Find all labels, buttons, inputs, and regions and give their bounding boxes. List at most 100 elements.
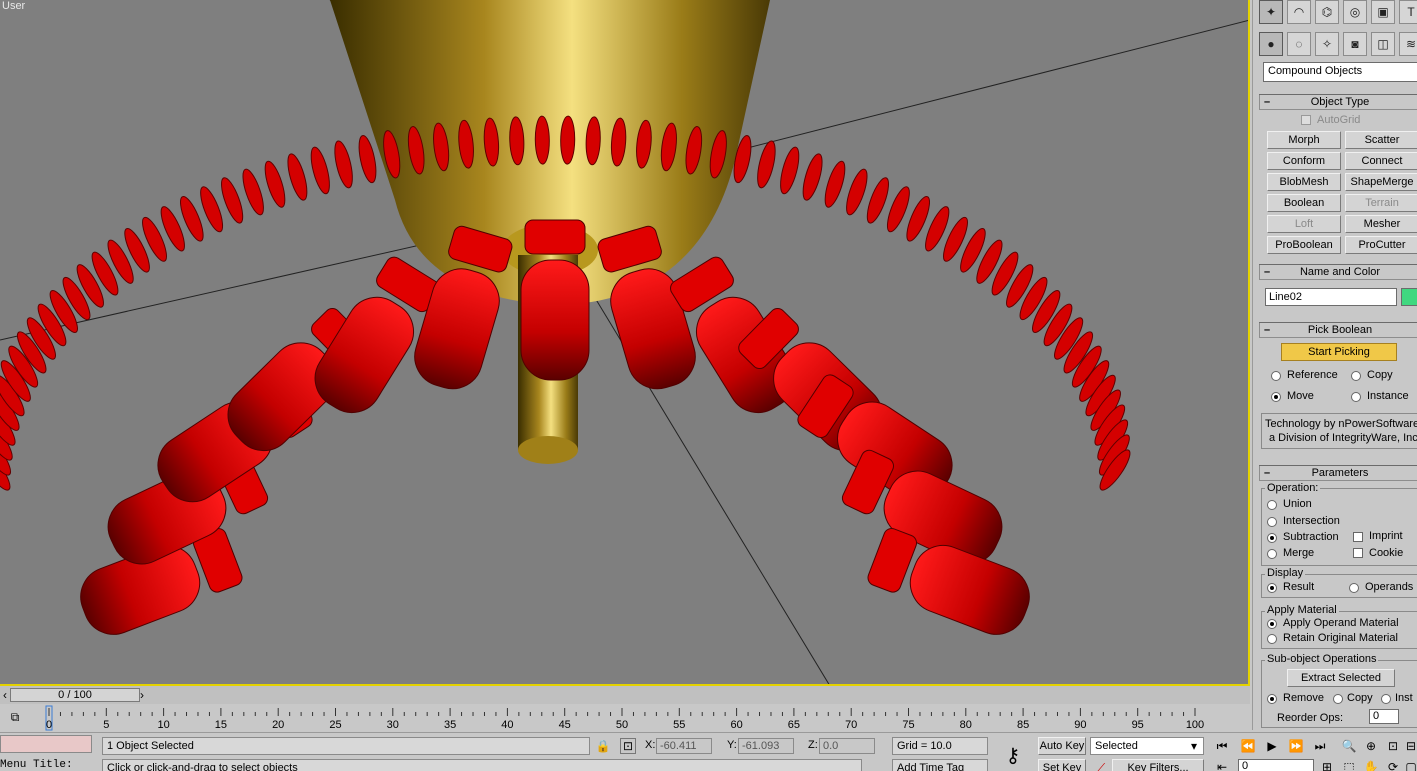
ruler-tick-label: 35 (444, 719, 456, 731)
add-time-tag[interactable]: Add Time Tag (892, 759, 988, 771)
cameras-icon[interactable]: ◙ (1343, 32, 1367, 56)
auto-key-button[interactable]: Auto Key (1038, 737, 1086, 755)
procutter-button[interactable]: ProCutter (1345, 236, 1417, 254)
lights-icon[interactable]: ✧ (1315, 32, 1339, 56)
create-icon[interactable]: ✦ (1259, 0, 1283, 24)
key-mode-toggle-icon[interactable]: ⇤ (1212, 759, 1232, 771)
subtraction-radio[interactable] (1267, 533, 1277, 543)
key-filters-button[interactable]: Key Filters... (1112, 759, 1204, 771)
merge-radio[interactable] (1267, 549, 1277, 559)
go-to-end-icon[interactable]: ⏭ (1310, 738, 1330, 754)
reorder-ops-input[interactable]: 0 (1369, 709, 1399, 724)
time-slider-bar: ‹ 0 / 100 › (0, 686, 1250, 704)
remove-radio[interactable] (1267, 694, 1277, 704)
time-config-icon[interactable]: ⊞ (1318, 759, 1336, 771)
pick-boolean-header[interactable]: – Pick Boolean (1259, 323, 1417, 338)
zoom-extents-icon[interactable]: ⊡ (1384, 738, 1402, 754)
time-slider[interactable]: 0 / 100 (10, 688, 140, 702)
chevron-down-icon[interactable]: ▾ (1186, 738, 1202, 754)
pan-icon[interactable]: ✋ (1362, 759, 1380, 771)
helpers-icon[interactable]: ◫ (1371, 32, 1395, 56)
geometry-icon[interactable]: ● (1259, 32, 1283, 56)
object-type-header[interactable]: – Object Type (1259, 95, 1417, 110)
sub-copy-radio[interactable] (1333, 694, 1343, 704)
set-key-icon[interactable]: ⚷ (996, 743, 1030, 767)
blobmesh-button[interactable]: BlobMesh (1267, 173, 1341, 191)
apply-operand-radio[interactable] (1267, 619, 1277, 629)
go-to-start-icon[interactable]: ⏮ (1212, 738, 1232, 754)
mesher-button[interactable]: Mesher (1345, 215, 1417, 233)
key-mode-icon[interactable]: ⟋ (1092, 760, 1110, 771)
track-ruler: 0 5 10 15 20 25 30 35 40 45 50 55 60 65 70 75 80 85 90 95 10… (45, 705, 1204, 731)
autogrid-checkbox[interactable] (1301, 115, 1311, 125)
viewport-label[interactable]: User (2, 0, 25, 12)
imprint-checkbox[interactable] (1353, 532, 1363, 542)
zoom-all-icon[interactable]: ⊕ (1362, 738, 1380, 754)
start-picking-button[interactable]: Start Picking (1281, 343, 1397, 361)
play-icon[interactable]: ▶ (1262, 738, 1282, 754)
gear-tooth (310, 146, 330, 195)
utilities-icon[interactable]: T (1399, 0, 1417, 24)
category-dropdown[interactable]: Compound Objects (1263, 62, 1417, 82)
reference-radio[interactable] (1271, 371, 1281, 381)
set-key-button[interactable]: Set Key (1038, 759, 1086, 771)
next-frame-icon[interactable]: ⏩ (1286, 738, 1306, 754)
cookie-checkbox[interactable] (1353, 548, 1363, 558)
maxscript-listener[interactable] (0, 735, 92, 753)
spacewarps-icon[interactable]: ≋ (1399, 32, 1417, 56)
display-icon[interactable]: ▣ (1371, 0, 1395, 24)
retain-original-radio[interactable] (1267, 634, 1277, 644)
hierarchy-icon[interactable]: ⌬ (1315, 0, 1339, 24)
x-coord-field[interactable]: -60.411 (656, 738, 712, 754)
zoom-extents-all-icon[interactable]: ⊟ (1404, 738, 1417, 754)
z-coord-field[interactable]: 0.0 (819, 738, 875, 754)
absolute-mode-icon[interactable]: ⊡ (620, 738, 636, 754)
retain-original-label: Retain Original Material (1283, 632, 1398, 644)
cookie-label: Cookie (1369, 547, 1404, 559)
shapes-icon[interactable]: ◌ (1287, 32, 1311, 56)
object-type-rollout: – Object Type AutoGrid Morph Scatter Conf… (1259, 94, 1417, 260)
gear-tooth (242, 168, 264, 216)
display-label: Display (1265, 567, 1306, 579)
maximize-viewport-icon[interactable]: ▢ (1404, 759, 1417, 771)
modify-icon[interactable]: ◠ (1287, 0, 1311, 24)
y-coord-field[interactable]: -61.093 (738, 738, 794, 754)
copy-radio[interactable] (1351, 371, 1361, 381)
parameters-header[interactable]: – Parameters (1259, 466, 1417, 481)
track-bar[interactable]: ⧉ 0 5 10 15 20 25 30 35 40 45 50 55 60 65 70 75 80 85 90 95… (0, 704, 1250, 732)
instance-radio[interactable] (1351, 392, 1361, 402)
name-color-header[interactable]: – Name and Color (1259, 265, 1417, 280)
proboolean-button[interactable]: ProBoolean (1267, 236, 1341, 254)
boolean-button[interactable]: Boolean (1267, 194, 1341, 212)
sub-copy-label: Copy (1347, 692, 1373, 704)
max-window: User ✦ ◠ ⌬ ◎ ▣ T ● ◌ ✧ ◙ ◫ ≋ Compound Ob… (0, 0, 1417, 771)
current-frame-input[interactable]: 0 (1238, 759, 1314, 771)
slider-prev-icon[interactable]: ‹ (0, 688, 10, 702)
result-radio[interactable] (1267, 583, 1277, 593)
motion-icon[interactable]: ◎ (1343, 0, 1367, 24)
inst-radio[interactable] (1381, 694, 1391, 704)
orbit-icon[interactable]: ⟳ (1384, 759, 1402, 771)
move-radio[interactable] (1271, 392, 1281, 402)
union-radio[interactable] (1267, 500, 1277, 510)
slider-next-icon[interactable]: › (136, 688, 148, 702)
zoom-icon[interactable]: 🔍 (1340, 738, 1358, 754)
morph-button[interactable]: Morph (1267, 131, 1341, 149)
loft-button[interactable]: Loft (1267, 215, 1341, 233)
extract-selected-button[interactable]: Extract Selected (1287, 669, 1395, 687)
previous-frame-icon[interactable]: ⏪ (1238, 738, 1258, 754)
object-color-swatch[interactable] (1401, 288, 1417, 306)
conform-button[interactable]: Conform (1267, 152, 1341, 170)
scatter-button[interactable]: Scatter (1345, 131, 1417, 149)
perspective-viewport[interactable]: User (0, 0, 1250, 686)
terrain-button[interactable]: Terrain (1345, 194, 1417, 212)
remove-label: Remove (1283, 692, 1324, 704)
lock-icon[interactable]: 🔒 (596, 738, 611, 754)
object-name-input[interactable]: Line02 (1265, 288, 1397, 306)
selection-status: 1 Object Selected (102, 737, 590, 755)
operands-radio[interactable] (1349, 583, 1359, 593)
field-of-view-icon[interactable]: ⬚ (1340, 759, 1358, 771)
shapemerge-button[interactable]: ShapeMerge (1345, 173, 1417, 191)
intersection-radio[interactable] (1267, 517, 1277, 527)
connect-button[interactable]: Connect (1345, 152, 1417, 170)
